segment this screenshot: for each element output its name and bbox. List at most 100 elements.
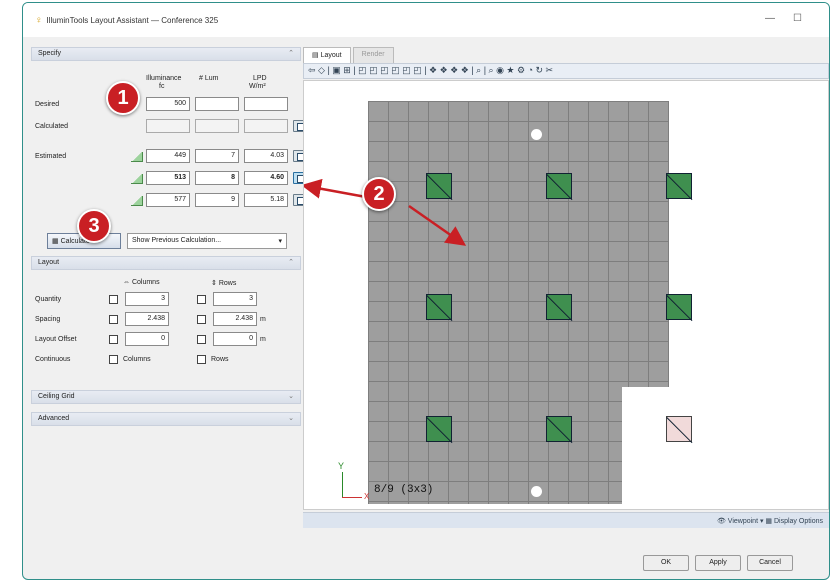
layout-section: ⇔ Columns ⇕ Rows Quantity 3 3 Spacing 2.…	[31, 270, 301, 390]
estimated-illuminance-field: 513	[146, 171, 190, 185]
columns-header: ⇔ Columns	[123, 279, 160, 286]
columns-header-label: Columns	[131, 279, 160, 286]
desired-lpd-input[interactable]	[244, 97, 288, 111]
collapse-icon: ⌃	[288, 50, 294, 57]
toolbar-icons[interactable]: ⇦ ◇ | ▣ ⊞ | ◰ ◰ ◰ ◰ ◰ ◰ | ❖ ❖ ❖ ❖ | ⌕ | …	[308, 65, 553, 75]
window-title: IlluminTools Layout Assistant — Conferen…	[46, 15, 219, 25]
specify-header-label: Specify	[38, 50, 61, 57]
lock-quantity-rows-checkbox[interactable]	[197, 295, 206, 304]
desired-lum-input[interactable]	[195, 97, 239, 111]
illuminance-col-header: Illuminance	[146, 75, 182, 82]
tab-layout-label: Layout	[320, 52, 342, 59]
dialog-footer: OK Apply Cancel	[23, 549, 829, 579]
estimated-illuminance-field: 577	[146, 193, 190, 207]
lock-spacing-cols-checkbox[interactable]	[109, 315, 118, 324]
collapse-icon: ⌃	[288, 259, 294, 266]
offset-rows-input[interactable]: 0	[213, 332, 257, 346]
spacing-rows-input[interactable]: 2.438	[213, 312, 257, 326]
specify-header[interactable]: Specify ⌃	[31, 47, 301, 61]
lpd-col-header: LPD	[253, 75, 267, 82]
lpd-unit: W/m²	[249, 83, 266, 90]
minimize-button[interactable]: —	[765, 13, 775, 24]
estimated-lpd-field: 4.03	[244, 149, 288, 163]
calculator-icon: ▦	[52, 238, 61, 245]
previous-calculation-select[interactable]: Show Previous Calculation... ▾	[127, 233, 287, 249]
tab-layout[interactable]: ▤ Layout	[303, 47, 351, 63]
ceiling-grid-header[interactable]: Ceiling Grid ⌄	[31, 390, 301, 404]
rows-header: ⇕ Rows	[211, 279, 236, 287]
cancel-button[interactable]: Cancel	[747, 555, 793, 571]
estimate-indicator-icon	[131, 152, 143, 162]
specify-section: Illuminance fc # Lum LPD W/m² Desired 50…	[31, 61, 306, 256]
app-window: ♀ IlluminTools Layout Assistant — Confer…	[22, 2, 830, 580]
advanced-header-label: Advanced	[38, 415, 70, 422]
callout-1: 1	[106, 81, 140, 115]
dropdown-arrow-icon: ▾	[278, 238, 282, 245]
right-panel: ▤ Layout Render ⇦ ◇ | ▣ ⊞ | ◰ ◰ ◰ ◰ ◰ ◰ …	[303, 47, 829, 549]
estimate-indicator-icon	[131, 196, 143, 206]
tab-render[interactable]: Render	[352, 47, 394, 63]
continuous-columns-label: Columns	[123, 356, 151, 363]
lock-offset-rows-checkbox[interactable]	[197, 335, 206, 344]
spacing-label: Spacing	[35, 316, 61, 323]
calculated-illuminance-field	[146, 119, 190, 133]
apply-button[interactable]: Apply	[695, 555, 741, 571]
rows-header-label: Rows	[218, 280, 237, 287]
estimated-lpd-field: 4.60	[244, 171, 288, 185]
estimated-illuminance-field: 449	[146, 149, 190, 163]
previous-calculation-value: Show Previous Calculation...	[132, 237, 222, 244]
quantity-rows-input[interactable]: 3	[213, 292, 257, 306]
continuous-columns-checkbox[interactable]	[109, 355, 118, 364]
offset-unit: m	[260, 336, 266, 343]
estimated-lum-field: 7	[195, 149, 239, 163]
calculated-lum-field	[195, 119, 239, 133]
callout-2: 2	[362, 177, 396, 211]
view-toolbar[interactable]: ⇦ ◇ | ▣ ⊞ | ◰ ◰ ◰ ◰ ◰ ◰ | ❖ ❖ ❖ ❖ | ⌕ | …	[303, 63, 829, 79]
spacing-unit: m	[260, 316, 266, 323]
left-panel: Specify ⌃ Illuminance fc # Lum LPD W/m² D…	[31, 47, 306, 549]
illuminance-unit: fc	[159, 83, 165, 90]
desired-label: Desired	[35, 101, 60, 108]
maximize-button[interactable]: ☐	[793, 13, 802, 24]
continuous-rows-checkbox[interactable]	[197, 355, 206, 364]
view-status-bar[interactable]: 👁 Viewpoint ▾ ▦ Display Options	[303, 512, 829, 528]
calculated-lpd-field	[244, 119, 288, 133]
lock-spacing-rows-checkbox[interactable]	[197, 315, 206, 324]
layout-header-label: Layout	[38, 259, 60, 266]
app-logo-icon: ♀	[35, 14, 43, 26]
continuous-rows-label: Rows	[211, 356, 229, 363]
advanced-header[interactable]: Advanced ⌄	[31, 412, 301, 426]
layout-tab-icon: ▤	[312, 52, 321, 59]
layout-offset-label: Layout Offset	[35, 336, 77, 343]
desired-illuminance-input[interactable]: 500	[146, 97, 190, 111]
quantity-columns-input[interactable]: 3	[125, 292, 169, 306]
layout-canvas[interactable]: Y X 8/9 (3x3) 2	[303, 80, 829, 510]
expand-icon: ⌄	[288, 393, 294, 400]
estimate-indicator-icon	[131, 174, 143, 184]
estimated-lum-field: 9	[195, 193, 239, 207]
callout-arrow-line	[408, 204, 467, 246]
tab-bar: ▤ Layout Render	[303, 47, 396, 63]
continuous-label: Continuous	[35, 356, 71, 363]
ok-button[interactable]: OK	[643, 555, 689, 571]
estimated-label: Estimated	[35, 153, 67, 160]
lock-quantity-cols-checkbox[interactable]	[109, 295, 118, 304]
spacing-columns-input[interactable]: 2.438	[125, 312, 169, 326]
columns-arrow-icon: ⇔	[123, 279, 132, 286]
offset-columns-input[interactable]: 0	[125, 332, 169, 346]
expand-icon: ⌄	[288, 415, 294, 422]
lock-offset-cols-checkbox[interactable]	[109, 335, 118, 344]
layout-header[interactable]: Layout ⌃	[31, 256, 301, 270]
num-lum-col-header: # Lum	[199, 75, 219, 82]
viewpoint-display-options[interactable]: 👁 Viewpoint ▾ ▦ Display Options	[717, 518, 823, 525]
calculated-label: Calculated	[35, 123, 69, 130]
estimated-lpd-field: 5.18	[244, 193, 288, 207]
callout-arrows	[304, 178, 467, 246]
ceiling-grid-header-label: Ceiling Grid	[38, 393, 75, 400]
quantity-label: Quantity	[35, 296, 62, 303]
callout-3: 3	[77, 209, 111, 243]
title-bar: ♀ IlluminTools Layout Assistant — Confer…	[23, 3, 829, 37]
rows-arrow-icon: ⇕	[211, 280, 219, 287]
callout-arrow-line	[304, 178, 367, 199]
